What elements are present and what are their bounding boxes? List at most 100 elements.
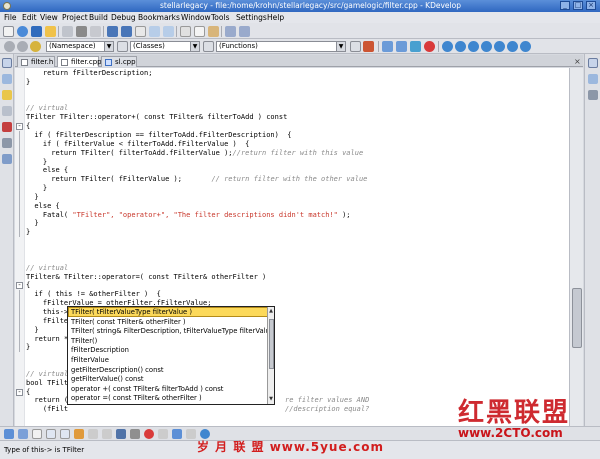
documentation-icon[interactable] <box>2 138 12 148</box>
completion-scroll-thumb[interactable] <box>269 319 274 369</box>
class-browser-icon[interactable] <box>2 106 12 116</box>
functions-combo[interactable]: (Functions) ▼ <box>216 41 346 52</box>
undo-icon[interactable] <box>149 26 160 37</box>
menu-project[interactable]: Project <box>62 13 88 22</box>
window-split-icon[interactable] <box>382 41 393 52</box>
back-icon[interactable] <box>4 41 15 52</box>
scrollbar-thumb[interactable] <box>572 288 582 348</box>
completion-item[interactable]: TFilter() <box>71 336 97 346</box>
completion-item[interactable]: fFilterDescription <box>71 345 129 355</box>
add-namespace-icon[interactable] <box>117 41 128 52</box>
diff-icon[interactable] <box>46 429 56 439</box>
add-function-icon[interactable] <box>350 41 361 52</box>
problems-output-icon[interactable] <box>102 429 112 439</box>
replace-icon[interactable] <box>130 429 140 439</box>
menu-file[interactable]: File <box>4 13 17 22</box>
run-to-cursor-icon[interactable] <box>481 41 492 52</box>
gdb-icon[interactable] <box>186 429 196 439</box>
messages-icon[interactable] <box>4 429 14 439</box>
file-selector-icon[interactable] <box>2 74 12 84</box>
fold-toggle[interactable]: - <box>16 282 23 290</box>
completion-item[interactable]: operator =( const TFilter& otherFilter ) <box>71 393 202 403</box>
valgrind-icon[interactable] <box>60 429 70 439</box>
new-file-icon[interactable] <box>3 26 14 37</box>
menu-window[interactable]: Window <box>181 13 211 22</box>
menu-debug[interactable]: Debug <box>111 13 136 22</box>
completion-item[interactable]: getFilterValue() const <box>71 374 144 384</box>
fold-toggle[interactable]: - <box>16 123 23 131</box>
menu-settings[interactable]: Settings <box>236 13 267 22</box>
info-icon[interactable] <box>507 41 518 52</box>
completion-item[interactable]: fFilterValue <box>71 355 109 365</box>
redo-icon[interactable] <box>163 26 174 37</box>
settings-icon[interactable] <box>76 26 87 37</box>
find-in-files-icon[interactable] <box>18 429 28 439</box>
tab-filter-cpp[interactable]: filter.cpp <box>57 56 102 67</box>
scroll-up-icon[interactable]: ▲ <box>268 307 274 315</box>
completion-item[interactable]: TFilter( tFilterValueType filterValue ) <box>71 307 192 317</box>
project-tree-icon[interactable] <box>2 154 12 164</box>
build-icon[interactable] <box>62 26 73 37</box>
copy-icon[interactable] <box>194 26 205 37</box>
frame-stack-icon[interactable] <box>158 429 168 439</box>
code-completion-popup[interactable]: TFilter( tFilterValueType filterValue ) T… <box>67 306 275 405</box>
class-wizard-icon[interactable] <box>30 41 41 52</box>
wand-icon[interactable] <box>363 41 374 52</box>
continue-icon[interactable] <box>494 41 505 52</box>
step-over-icon[interactable] <box>442 41 453 52</box>
classes-combo[interactable]: (Classes) ▼ <box>130 41 200 52</box>
print-icon[interactable] <box>135 26 146 37</box>
disassemble-icon[interactable] <box>172 429 182 439</box>
completion-item[interactable]: TFilter( string& FilterDescription, tFil… <box>71 326 274 336</box>
kde-gear-icon[interactable] <box>3 2 11 10</box>
application-output-icon[interactable] <box>32 429 42 439</box>
window-icon[interactable] <box>90 26 101 37</box>
forward-icon[interactable] <box>17 41 28 52</box>
globe-icon[interactable] <box>17 26 28 37</box>
menu-build[interactable]: Build <box>89 13 108 22</box>
menu-view[interactable]: View <box>40 13 58 22</box>
step-out-icon[interactable] <box>468 41 479 52</box>
fold-toggle[interactable]: - <box>16 388 23 396</box>
maximize-button[interactable]: □ <box>573 1 583 10</box>
completion-item[interactable]: getFilterDescription() const <box>71 365 164 375</box>
namespace-combo[interactable]: (Namespace) ▼ <box>46 41 114 52</box>
editor-scrollbar[interactable] <box>569 68 583 426</box>
disk-icon[interactable] <box>107 26 118 37</box>
snippets-icon[interactable] <box>588 90 598 100</box>
cut-icon[interactable] <box>180 26 191 37</box>
scroll-down-icon[interactable]: ▼ <box>268 395 274 403</box>
save-all-icon[interactable] <box>121 26 132 37</box>
window-tile-icon[interactable] <box>396 41 407 52</box>
konsole-icon[interactable] <box>116 429 126 439</box>
menu-edit[interactable]: Edit <box>22 13 37 22</box>
variables-icon[interactable] <box>2 122 12 132</box>
refresh-icon[interactable] <box>410 41 421 52</box>
paste-icon[interactable] <box>208 26 219 37</box>
problems-icon[interactable] <box>588 74 598 84</box>
debug-icon[interactable] <box>520 41 531 52</box>
completion-item[interactable]: operator +( const TFilter& filterToAdd )… <box>71 384 223 394</box>
find-next-icon[interactable] <box>239 26 250 37</box>
bookmarks-icon[interactable] <box>2 90 12 100</box>
stop-icon[interactable] <box>424 41 435 52</box>
completion-item[interactable]: TFilter( const TFilter& otherFilter ) <box>71 317 186 327</box>
completion-scrollbar[interactable]: ▲ ▼ <box>267 307 274 404</box>
breakpoints-icon[interactable] <box>144 429 154 439</box>
outline-icon[interactable] <box>588 58 598 68</box>
close-tab-icon[interactable]: × <box>574 58 582 66</box>
menu-bookmarks[interactable]: Bookmarks <box>138 13 180 22</box>
tab-sl-cpp[interactable]: sl.cpp <box>101 56 137 67</box>
menu-help[interactable]: Help <box>267 13 284 22</box>
find-icon[interactable] <box>225 26 236 37</box>
tab-filter-h[interactable]: filter.h <box>17 56 55 67</box>
minimize-button[interactable]: _ <box>560 1 570 10</box>
save-icon[interactable] <box>31 26 42 37</box>
step-into-icon[interactable] <box>455 41 466 52</box>
close-button[interactable]: × <box>586 1 596 10</box>
menu-tools[interactable]: Tools <box>211 13 229 22</box>
add-class-icon[interactable] <box>203 41 214 52</box>
file-list-icon[interactable] <box>2 58 12 68</box>
security-icon[interactable] <box>88 429 98 439</box>
tools-icon[interactable] <box>74 429 84 439</box>
